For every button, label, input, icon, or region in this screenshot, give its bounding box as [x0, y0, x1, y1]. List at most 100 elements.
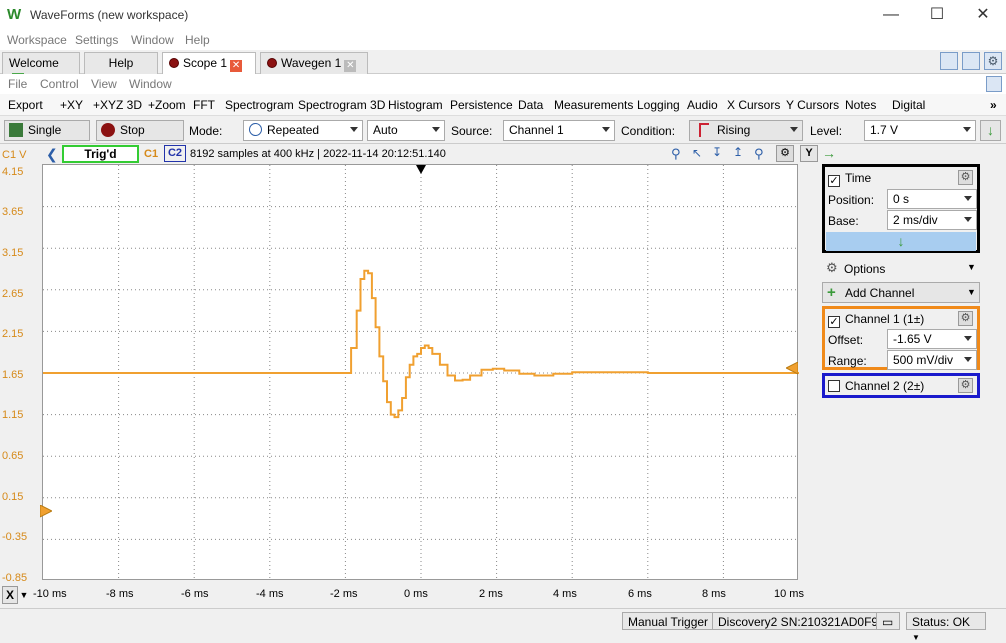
tab-welcome[interactable]: Welcome+	[2, 52, 80, 85]
logging-button[interactable]: Logging	[637, 98, 680, 112]
menu-settings[interactable]: Settings	[75, 33, 118, 47]
settings-gear-icon[interactable]: ⚙	[984, 52, 1002, 70]
data-button[interactable]: Data	[518, 98, 543, 112]
tab-wavegen-1[interactable]: Wavegen 1 ✕	[260, 52, 368, 74]
channel-1-toggle[interactable]: ✓ Channel 1 (1±)	[828, 312, 924, 328]
options-gear-icon[interactable]: ⚙	[826, 260, 840, 275]
channel-2-toggle[interactable]: Channel 2 (2±)	[828, 379, 924, 393]
status-indicator[interactable]: Status: OK ▼	[906, 612, 986, 642]
device-icon[interactable]: ▭	[876, 612, 900, 630]
menu-window[interactable]: Window	[129, 77, 172, 91]
channel-1-gear-icon[interactable]: ⚙	[958, 311, 973, 326]
menu-control[interactable]: Control	[40, 77, 79, 91]
spectrogram3d-button[interactable]: Spectrogram 3D	[298, 98, 385, 112]
c2-toggle[interactable]: C2	[164, 145, 186, 162]
arrow-down-icon[interactable]: ↓	[980, 120, 1001, 141]
add-channel-button[interactable]: + Add Channel ▼	[822, 282, 980, 303]
base-value: 2 ms/div	[893, 213, 938, 227]
menu-file[interactable]: File	[8, 77, 27, 91]
base-input[interactable]: 2 ms/div	[887, 210, 977, 230]
more-chevron-icon[interactable]: »	[990, 98, 997, 112]
gear-icon[interactable]: ⚙	[776, 145, 794, 162]
menu-window[interactable]: Window	[131, 33, 174, 47]
range-input[interactable]: 500 mV/div	[887, 350, 977, 370]
align-icon[interactable]: ↧	[712, 145, 722, 159]
repeated-icon	[249, 123, 262, 136]
fft-button[interactable]: FFT	[193, 98, 215, 112]
align-top-icon[interactable]: ↥	[733, 145, 743, 159]
single-icon	[9, 123, 23, 137]
time-group: ✓ Time ⚙ Position: 0 s Base: 2 ms/div ↓	[822, 164, 980, 253]
notes-button[interactable]: Notes	[845, 98, 876, 112]
y-cursors-button[interactable]: Y Cursors	[786, 98, 839, 112]
status-bar: X ▼ Manual Trigger Discovery2 SN:210321A…	[0, 586, 1006, 642]
device-info[interactable]: Discovery2 SN:210321AD0F99	[712, 612, 891, 630]
channel-1-offset-marker[interactable]	[40, 505, 52, 519]
layout-tile-icon[interactable]	[962, 52, 980, 70]
c1-unit-label: C1 V	[2, 149, 27, 161]
checkbox-checked-icon[interactable]: ✓	[828, 316, 840, 328]
channel-2-gear-icon[interactable]: ⚙	[958, 378, 973, 393]
checkbox-checked-icon[interactable]: ✓	[828, 175, 840, 187]
xyz3d-button[interactable]: +XYZ 3D	[93, 98, 142, 112]
measurements-button[interactable]: Measurements	[554, 98, 633, 112]
position-label: Position:	[828, 193, 875, 207]
menu-help[interactable]: Help	[185, 33, 210, 47]
x-dropdown-icon[interactable]: ▼	[18, 586, 30, 604]
scope-plot[interactable]	[42, 164, 799, 581]
tab-help[interactable]: Help	[84, 52, 158, 74]
c1-toggle[interactable]: C1	[144, 148, 158, 160]
close-icon[interactable]: ✕	[960, 0, 1006, 30]
arrow-right-icon[interactable]: →	[822, 145, 836, 161]
menu-workspace[interactable]: Workspace	[7, 33, 67, 47]
y-tick: 1.65	[2, 369, 24, 381]
condition-select[interactable]: Rising	[689, 120, 803, 141]
condition-value: Rising	[717, 123, 751, 137]
close-tab-icon[interactable]: ✕	[344, 60, 357, 72]
back-chevron-icon[interactable]: ❮	[46, 146, 58, 163]
spectrogram-button[interactable]: Spectrogram	[225, 98, 294, 112]
trigger-level-marker[interactable]	[786, 362, 798, 376]
export-button[interactable]: Export	[8, 98, 43, 112]
xy-button[interactable]: +XY	[60, 98, 83, 112]
single-button[interactable]: Single	[4, 120, 90, 141]
tab-scope-1[interactable]: Scope 1 ✕	[162, 52, 256, 75]
persistence-button[interactable]: Persistence	[450, 98, 513, 112]
level-input[interactable]: 1.7 V	[864, 120, 976, 141]
y-tick: 2.15	[2, 328, 24, 340]
close-tab-icon[interactable]: ✕	[230, 60, 243, 72]
stop-button[interactable]: Stop	[96, 120, 184, 141]
cursor-icon[interactable]: ↖	[692, 146, 702, 160]
menu-view[interactable]: View	[91, 77, 117, 91]
zoom-in-icon[interactable]: ⚲	[671, 146, 681, 162]
waveform-chart[interactable]	[43, 165, 799, 581]
time-gear-icon[interactable]: ⚙	[958, 170, 973, 185]
manual-trigger-button[interactable]: Manual Trigger	[622, 612, 715, 630]
x-cursors-button[interactable]: X Cursors	[727, 98, 780, 112]
time-toggle[interactable]: ✓ Time	[828, 171, 871, 187]
maximize-icon[interactable]: ☐	[914, 0, 960, 30]
x-axis-button[interactable]: X	[2, 586, 18, 604]
digital-button[interactable]: Digital	[892, 98, 925, 112]
audio-button[interactable]: Audio	[687, 98, 718, 112]
options-dropdown-icon[interactable]: ▼	[967, 262, 976, 272]
y-axis-button[interactable]: Y	[800, 145, 818, 162]
position-value: 0 s	[893, 192, 910, 206]
auto-select[interactable]: Auto	[367, 120, 445, 141]
source-select[interactable]: Channel 1	[503, 120, 615, 141]
options-button[interactable]: Options	[844, 262, 885, 276]
offset-label: Offset:	[828, 333, 864, 347]
histogram-button[interactable]: Histogram	[388, 98, 443, 112]
apply-arrow-down-icon[interactable]: ↓	[826, 232, 976, 251]
dock-icon[interactable]	[986, 76, 1002, 92]
search-icon[interactable]: ⚲	[754, 146, 764, 162]
range-value: 500 mV/div	[893, 353, 954, 367]
mode-select[interactable]: Repeated	[243, 120, 363, 141]
trigger-position-marker[interactable]	[416, 165, 426, 174]
minimize-icon[interactable]: —	[868, 0, 914, 30]
position-input[interactable]: 0 s	[887, 189, 977, 209]
offset-input[interactable]: -1.65 V	[887, 329, 977, 349]
layout-cascade-icon[interactable]	[940, 52, 958, 70]
checkbox-unchecked-icon[interactable]	[828, 380, 840, 392]
zoom-button[interactable]: +Zoom	[148, 98, 186, 112]
